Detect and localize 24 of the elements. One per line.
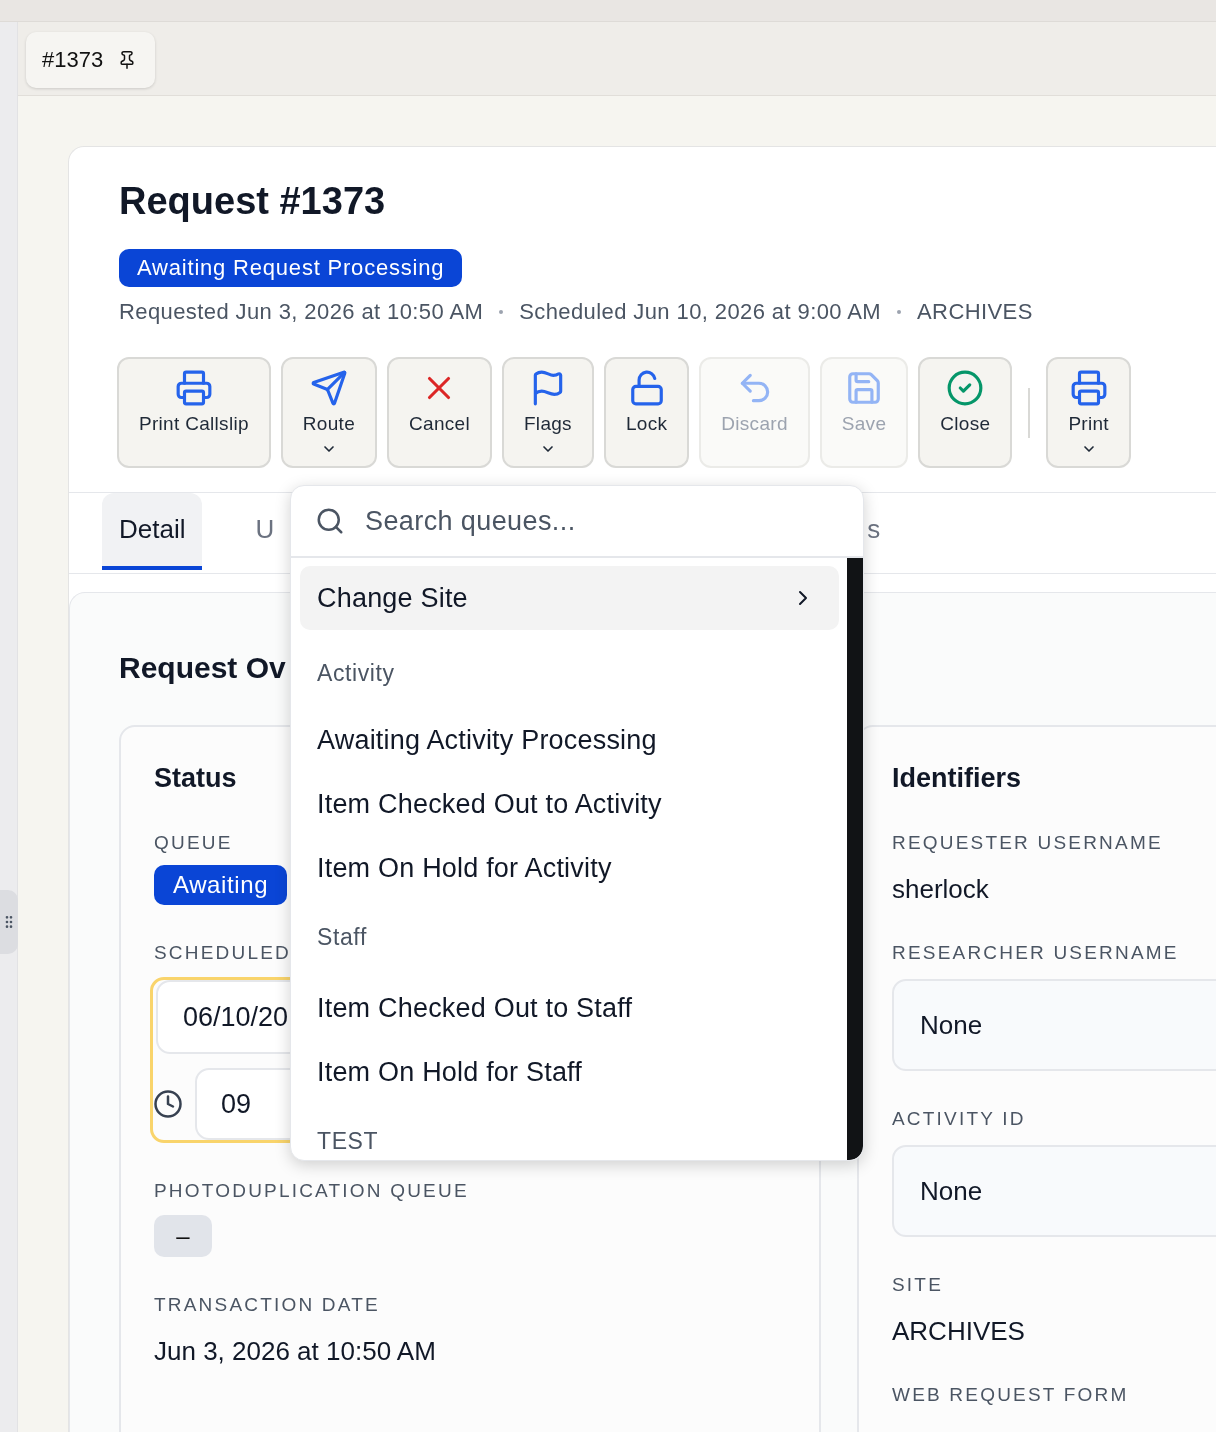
field-label: REQUESTER USERNAME (892, 831, 1164, 855)
queue-badge: Awaiting (154, 865, 288, 905)
field-value: sherlock (892, 873, 990, 905)
page-title: Request #1373 (119, 179, 387, 224)
field-label: SITE (892, 1273, 945, 1297)
field-value: ARCHIVES (892, 1315, 1026, 1347)
field-label: TRANSACTION DATE (154, 1293, 381, 1317)
field-label: PHOTODUPLICATION QUEUE (154, 1179, 470, 1203)
status-badge: Awaiting Request Processing (119, 249, 463, 287)
field-label: RESEARCHER USERNAME (892, 941, 1180, 965)
card-title: Status (154, 762, 238, 795)
section-heading: Request Ov (119, 650, 286, 686)
requested-date: Requested Jun 3, 2026 at 10:50 AM (119, 299, 484, 325)
field-value: Jun 3, 2026 at 10:50 AM (154, 1335, 437, 1367)
group-heading: Activity (317, 660, 395, 686)
field-label: QUEUE (154, 831, 234, 855)
group-heading: TEST (317, 1128, 379, 1154)
group-heading: Staff (317, 924, 367, 950)
field-label: ACTIVITY ID (892, 1107, 1027, 1131)
site-name: ARCHIVES (917, 299, 1033, 325)
field-label: SCHEDULED (154, 941, 292, 965)
card-title: Identifiers (892, 762, 1023, 795)
field-label: WEB REQUEST FORM (892, 1383, 1130, 1407)
scheduled-date: Scheduled Jun 10, 2026 at 9:00 AM (519, 299, 882, 325)
